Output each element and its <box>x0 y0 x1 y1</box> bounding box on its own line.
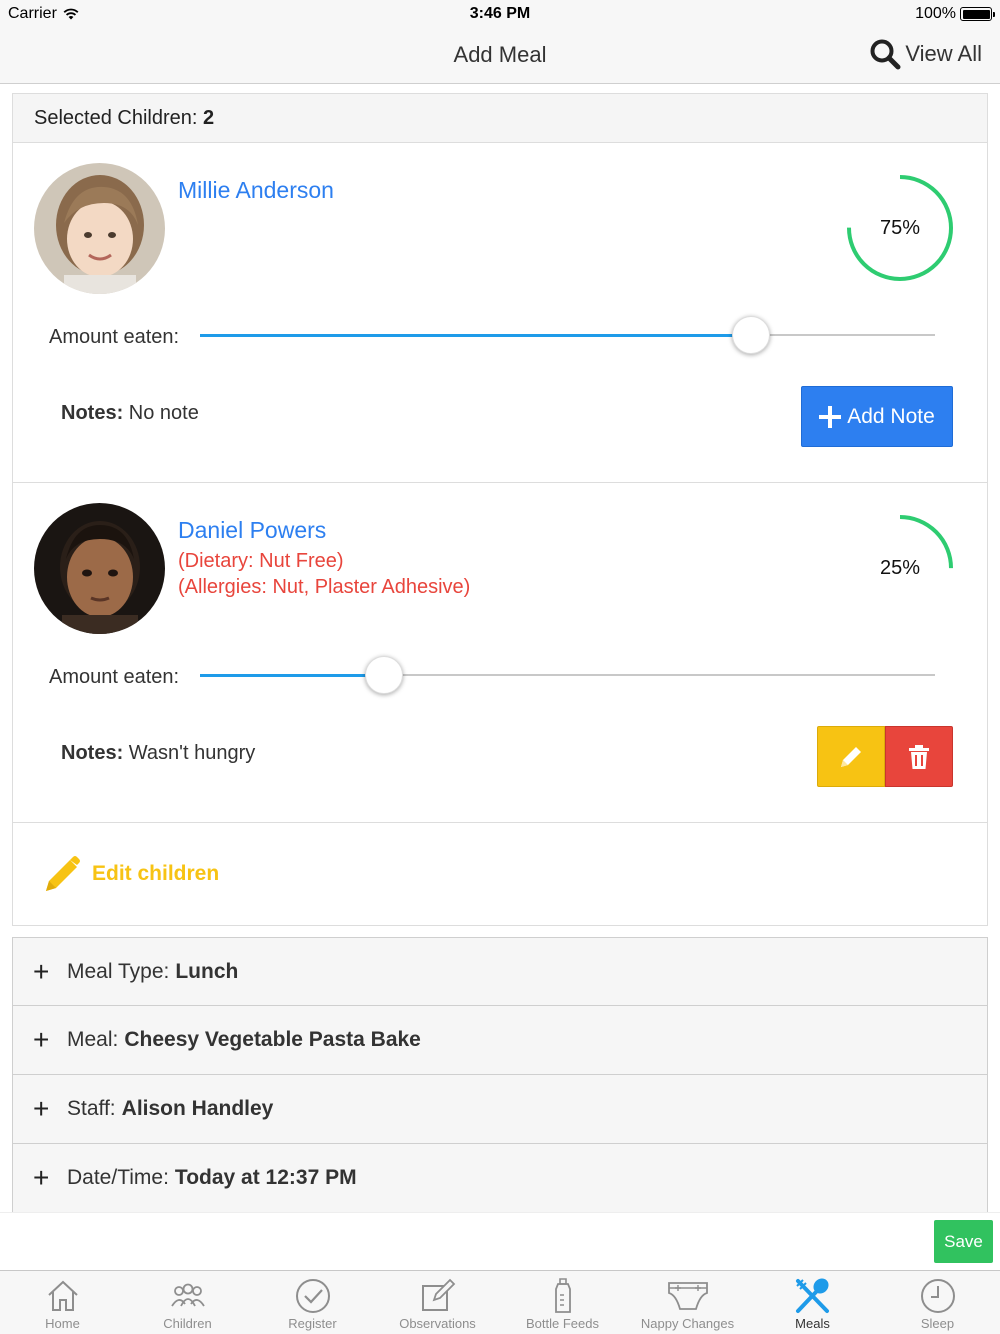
amount-eaten-label: Amount eaten: <box>49 326 180 348</box>
edit-note-button[interactable] <box>817 726 885 787</box>
tab-nappy-changes[interactable]: Nappy Changes <box>625 1271 750 1334</box>
amount-eaten-slider[interactable] <box>200 315 935 355</box>
staff-label: Staff: <box>67 1097 116 1120</box>
meal-label: Meal: <box>67 1028 119 1051</box>
amount-eaten-slider[interactable] <box>200 655 935 695</box>
expand-plus-icon: + <box>33 1024 50 1055</box>
child-name-link[interactable]: Daniel Powers <box>178 517 326 544</box>
bottle-icon <box>554 1278 571 1313</box>
view-all-button[interactable]: View All <box>869 38 982 70</box>
slider-thumb[interactable] <box>732 316 771 354</box>
save-bar: Save <box>0 1212 1000 1270</box>
notes-label: Notes: <box>61 742 124 764</box>
meal-details-accordion: + Meal Type: Lunch + Meal: Cheesy Vegeta… <box>12 937 988 1213</box>
meals-icon <box>795 1278 829 1313</box>
date-time-value: Today at 12:37 PM <box>174 1166 357 1189</box>
progress-percent: 25% <box>879 557 921 579</box>
edit-children-button[interactable]: Edit children <box>13 823 987 925</box>
date-time-row[interactable]: + Date/Time: Today at 12:37 PM <box>12 1144 988 1213</box>
pencil-icon <box>46 856 80 891</box>
allergies-info: (Allergies: Nut, Plaster Adhesive) <box>178 576 471 598</box>
battery-percent: 100% <box>915 5 956 22</box>
tab-children[interactable]: Children <box>125 1271 250 1334</box>
add-note-button[interactable]: Add Note <box>801 386 953 447</box>
tab-meals[interactable]: Meals <box>750 1271 875 1334</box>
progress-percent: 75% <box>879 217 921 239</box>
expand-plus-icon: + <box>33 1162 50 1193</box>
page-title: Add Meal <box>453 42 547 67</box>
child-card: Millie Anderson 75% Amount eaten: Notes:… <box>13 143 987 483</box>
selected-children-label: Selected Children: <box>34 107 198 129</box>
delete-note-button[interactable] <box>885 726 953 787</box>
nappy-icon <box>667 1282 708 1310</box>
children-icon <box>170 1283 205 1307</box>
edit-children-label: Edit children <box>92 862 220 885</box>
staff-value: Alison Handley <box>121 1097 274 1120</box>
observations-icon <box>421 1278 455 1311</box>
home-icon <box>47 1280 78 1311</box>
tab-label: Nappy Changes <box>640 1316 735 1331</box>
tab-label: Bottle Feeds <box>526 1316 599 1331</box>
avatar <box>34 503 165 634</box>
child-name-link[interactable]: Millie Anderson <box>178 177 334 204</box>
expand-plus-icon: + <box>33 955 50 987</box>
notes-label: Notes: <box>61 402 124 424</box>
add-note-label: Add Note <box>847 404 935 428</box>
staff-row[interactable]: + Staff: Alison Handley <box>12 1075 988 1144</box>
expand-plus-icon: + <box>33 1093 50 1124</box>
selected-children-panel: Selected Children: 2 Millie Anderson 75%… <box>12 93 988 926</box>
meal-value: Cheesy Vegetable Pasta Bake <box>124 1028 421 1051</box>
navigation-bar: Add Meal View All <box>0 28 1000 84</box>
tab-sleep[interactable]: Sleep <box>875 1271 1000 1334</box>
sleep-icon <box>920 1279 955 1313</box>
save-button[interactable]: Save <box>934 1220 993 1263</box>
register-icon <box>295 1279 330 1313</box>
trash-icon <box>909 744 929 769</box>
meal-type-label: Meal Type: <box>67 959 170 983</box>
view-all-label: View All <box>905 41 982 66</box>
meal-row[interactable]: + Meal: Cheesy Vegetable Pasta Bake <box>12 1006 988 1075</box>
selected-children-count: 2 <box>203 107 215 129</box>
tab-label: Home <box>45 1316 80 1331</box>
battery-icon <box>960 7 995 21</box>
amount-eaten-label: Amount eaten: <box>49 666 180 688</box>
status-bar: Carrier 3:46 PM 100% <box>0 0 1000 28</box>
notes-text: Notes: Wasn't hungry <box>61 742 255 765</box>
plus-icon <box>819 405 842 428</box>
tab-label: Sleep <box>920 1316 955 1331</box>
meal-type-row[interactable]: + Meal Type: Lunch <box>12 937 988 1006</box>
tab-register[interactable]: Register <box>250 1271 375 1334</box>
avatar <box>34 163 165 294</box>
meal-type-value: Lunch <box>175 959 239 983</box>
tab-label: Observations <box>399 1316 476 1331</box>
notes-value: Wasn't hungry <box>128 742 256 764</box>
date-time-label: Date/Time: <box>67 1166 169 1189</box>
tab-label: Meals <box>795 1316 830 1331</box>
tab-bar: Home Children Register Observations Bott… <box>0 1270 1000 1334</box>
tab-label: Register <box>288 1316 337 1331</box>
tab-label: Children <box>163 1316 212 1331</box>
slider-thumb[interactable] <box>364 656 403 694</box>
tab-bottle-feeds[interactable]: Bottle Feeds <box>500 1271 625 1334</box>
battery-info: 100% <box>915 5 995 23</box>
tab-observations[interactable]: Observations <box>375 1271 500 1334</box>
dietary-info: (Dietary: Nut Free) <box>178 550 344 572</box>
status-time: 3:46 PM <box>469 5 531 22</box>
notes-text: Notes: No note <box>61 402 199 425</box>
search-icon <box>870 39 901 70</box>
child-card: Daniel Powers (Dietary: Nut Free) (Aller… <box>13 483 987 823</box>
tab-home[interactable]: Home <box>0 1271 125 1334</box>
selected-children-header: Selected Children: 2 <box>13 94 987 143</box>
pencil-icon <box>841 746 861 767</box>
notes-value: No note <box>128 402 199 424</box>
